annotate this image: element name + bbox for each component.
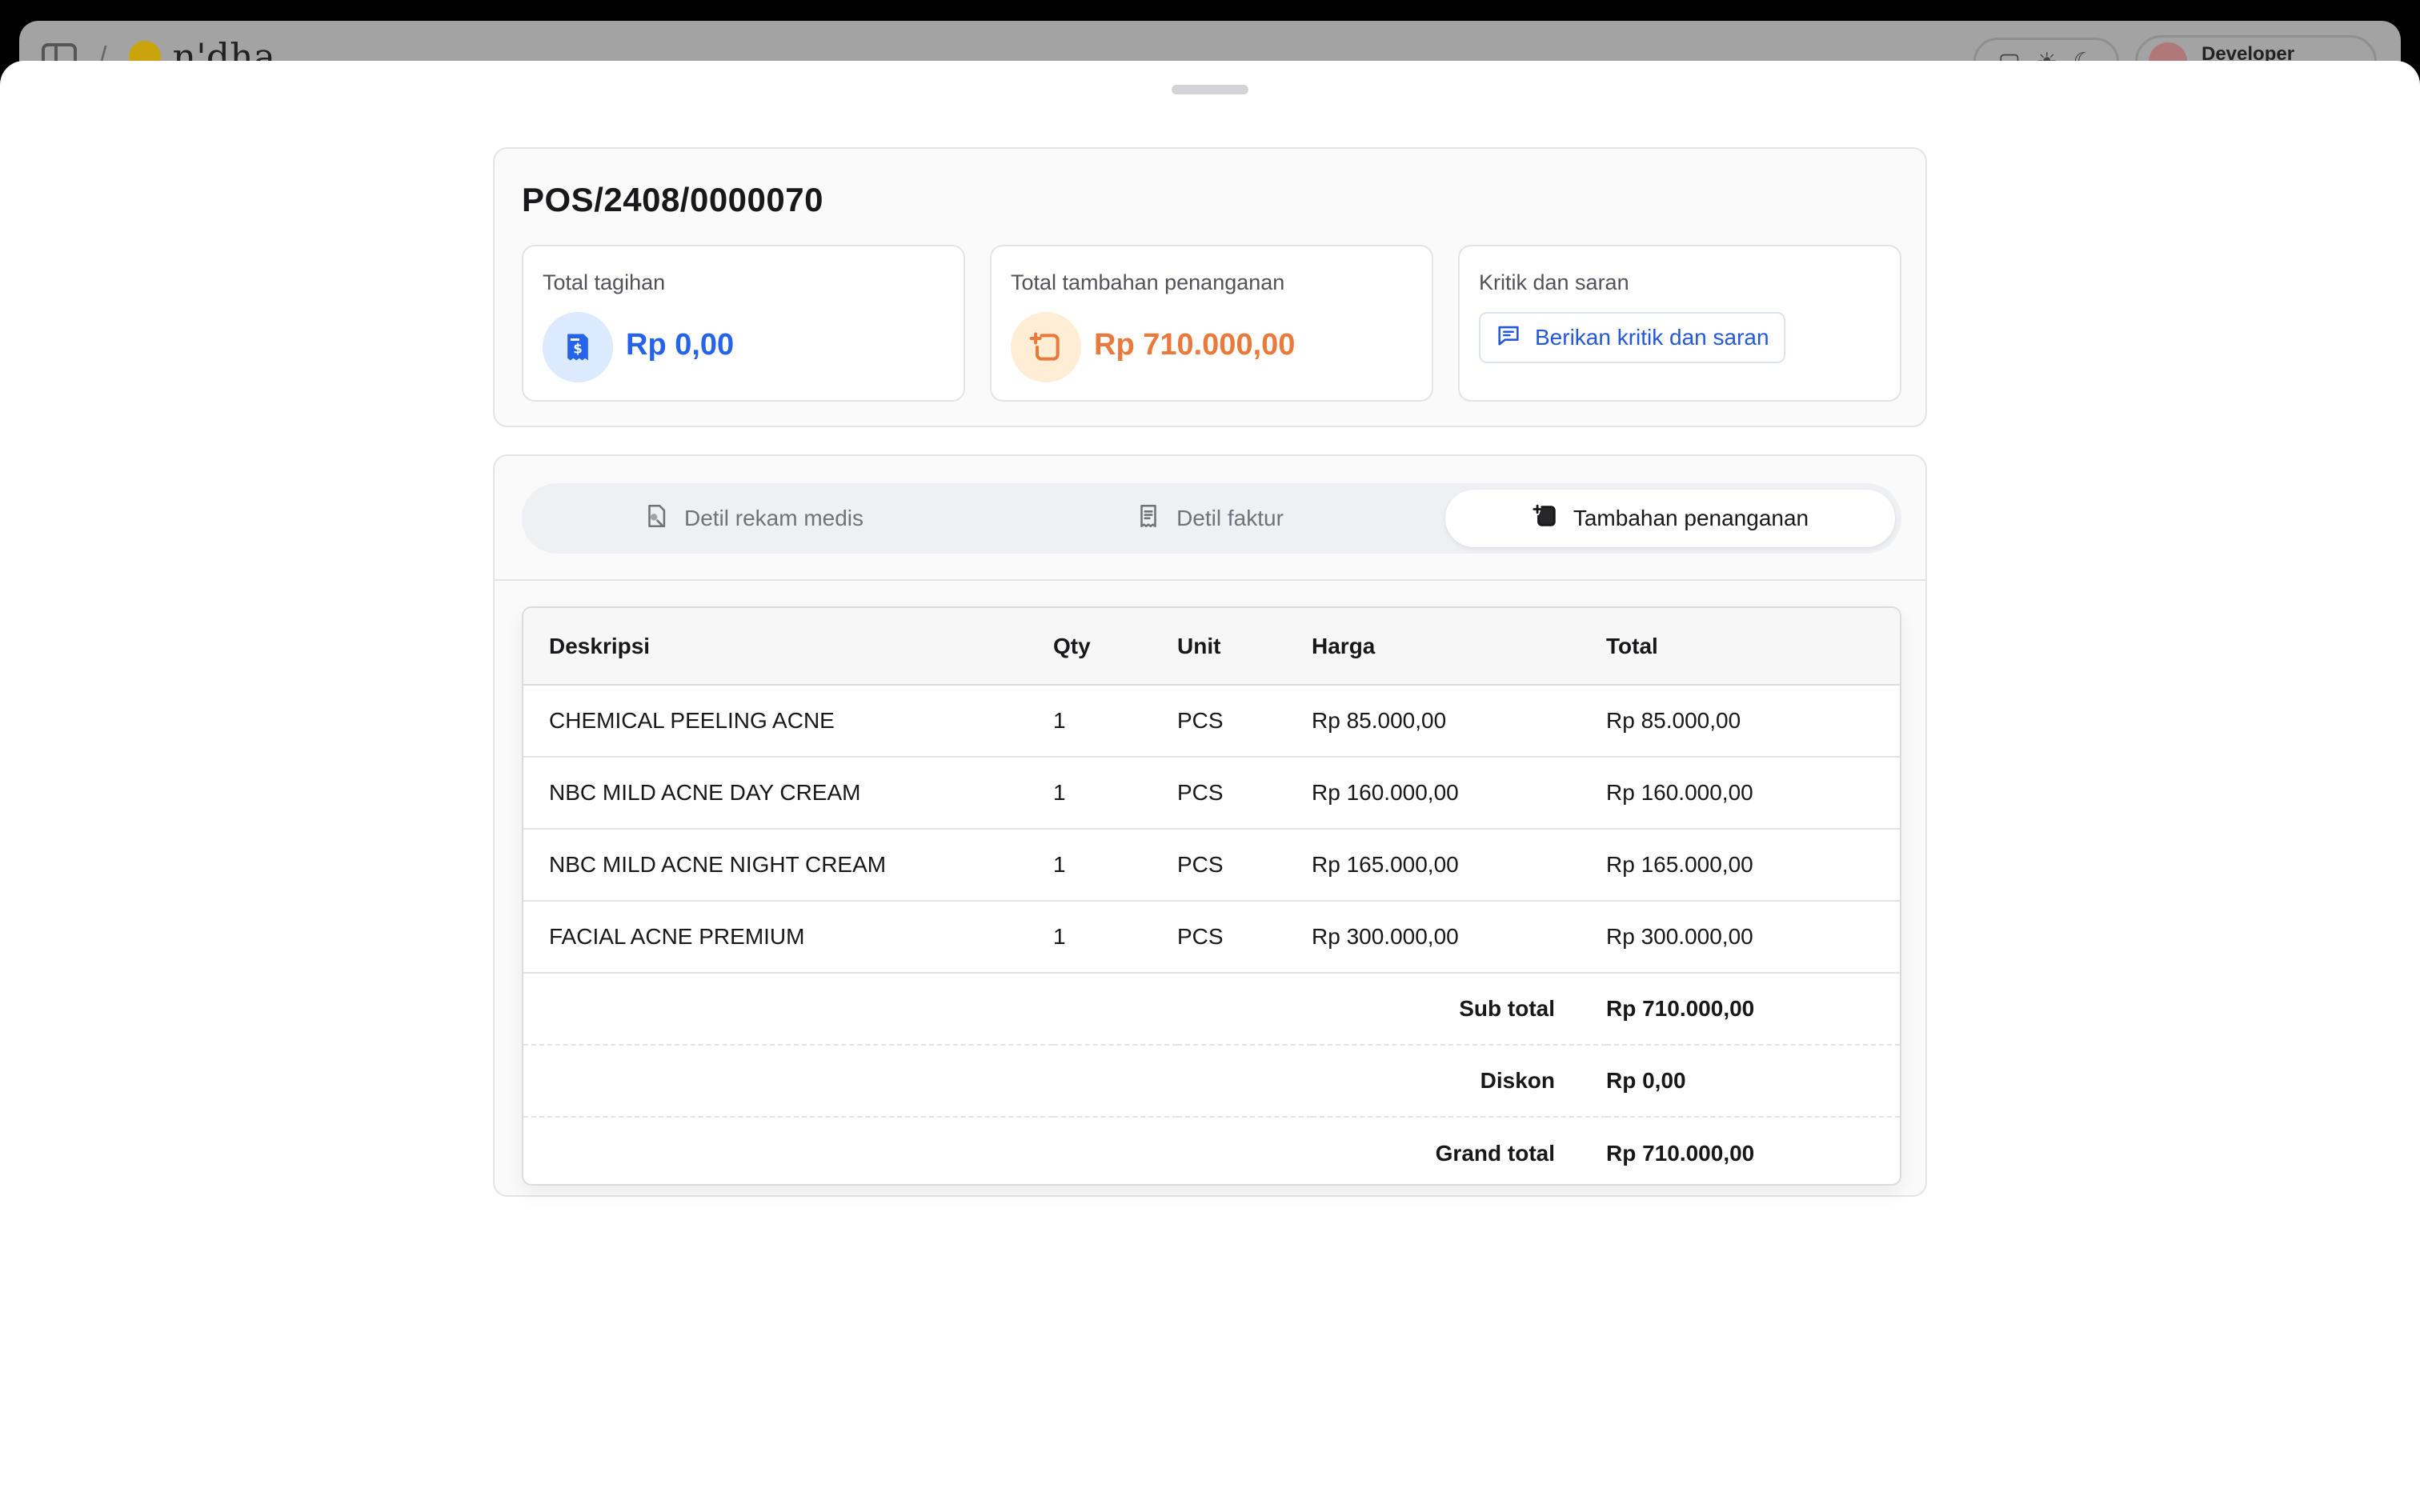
cell-qty: 1 <box>1053 685 1177 758</box>
subtotal-value: Rp 710.000,00 <box>1606 973 1900 1046</box>
square-plus-icon <box>1532 502 1559 535</box>
svg-text:$: $ <box>573 341 582 356</box>
total-bill-value: Rp 0,00 <box>626 328 735 362</box>
section-divider <box>495 579 1925 581</box>
feedback-card: Kritik dan saran Berikan kritik dan sara… <box>1458 245 1901 402</box>
cell-unit: PCS <box>1177 901 1312 974</box>
square-plus-icon <box>1011 312 1081 382</box>
cell-description: NBC MILD ACNE DAY CREAM <box>523 757 1053 830</box>
discount-label: Diskon <box>523 1045 1606 1118</box>
table-row: CHEMICAL PEELING ACNE 1 PCS Rp 85.000,00… <box>523 685 1900 758</box>
cell-price: Rp 300.000,00 <box>1312 901 1606 974</box>
cell-unit: PCS <box>1177 757 1312 830</box>
total-bill-card: Total tagihan $ Rp 0,00 <box>522 245 965 402</box>
invoice-icon <box>1135 502 1162 535</box>
cell-total: Rp 160.000,00 <box>1606 757 1900 830</box>
feedback-label: Kritik dan saran <box>1479 270 1629 294</box>
column-price: Harga <box>1312 608 1606 686</box>
cell-description: FACIAL ACNE PREMIUM <box>523 901 1053 974</box>
details-card: Detil rekam medis Detil faktur Tambahan … <box>493 454 1927 1197</box>
cell-total: Rp 300.000,00 <box>1606 901 1900 974</box>
tab-extra-treatment-label: Tambahan penanganan <box>1573 506 1809 530</box>
column-unit: Unit <box>1177 608 1312 686</box>
table-header-row: Deskripsi Qty Unit Harga Total <box>523 608 1900 686</box>
receipt-dollar-icon: $ <box>543 312 613 382</box>
invoice-number: POS/2408/0000070 <box>522 181 823 218</box>
cell-qty: 1 <box>1053 829 1177 902</box>
cell-total: Rp 165.000,00 <box>1606 829 1900 902</box>
total-bill-label: Total tagihan <box>543 270 666 294</box>
drawer-handle[interactable] <box>1172 85 1248 94</box>
discount-row: Diskon Rp 0,00 <box>523 1045 1900 1118</box>
table-row: NBC MILD ACNE DAY CREAM 1 PCS Rp 160.000… <box>523 757 1900 830</box>
total-extra-card: Total tambahan penanganan Rp 710.000,00 <box>990 245 1433 402</box>
tab-bar: Detil rekam medis Detil faktur Tambahan … <box>522 483 1901 554</box>
total-extra-label: Total tambahan penanganan <box>1011 270 1285 294</box>
subtotal-label: Sub total <box>523 973 1606 1046</box>
invoice-summary-card: POS/2408/0000070 Total tagihan $ Rp 0,00… <box>493 147 1927 427</box>
cell-unit: PCS <box>1177 829 1312 902</box>
tab-medical-record-label: Detil rekam medis <box>683 506 864 530</box>
discount-value: Rp 0,00 <box>1606 1045 1900 1118</box>
tab-invoice-label: Detil faktur <box>1176 506 1284 530</box>
detail-drawer: POS/2408/0000070 Total tagihan $ Rp 0,00… <box>0 61 2420 1512</box>
total-extra-value: Rp 710.000,00 <box>1094 328 1296 362</box>
medical-record-icon <box>643 502 670 535</box>
column-qty: Qty <box>1053 608 1177 686</box>
cell-qty: 1 <box>1053 757 1177 830</box>
cell-total: Rp 85.000,00 <box>1606 685 1900 758</box>
cell-price: Rp 85.000,00 <box>1312 685 1606 758</box>
table-row: NBC MILD ACNE NIGHT CREAM 1 PCS Rp 165.0… <box>523 829 1900 902</box>
grand-total-value: Rp 710.000,00 <box>1606 1140 1755 1166</box>
subtotal-row: Sub total Rp 710.000,00 <box>523 973 1900 1046</box>
message-icon <box>1495 322 1522 354</box>
give-feedback-label: Berikan kritik dan saran <box>1535 325 1769 350</box>
table-row: FACIAL ACNE PREMIUM 1 PCS Rp 300.000,00 … <box>523 901 1900 974</box>
cell-qty: 1 <box>1053 901 1177 974</box>
cell-description: NBC MILD ACNE NIGHT CREAM <box>523 829 1053 902</box>
cell-price: Rp 160.000,00 <box>1312 757 1606 830</box>
grand-total-label: Grand total <box>1435 1140 1555 1166</box>
give-feedback-button[interactable]: Berikan kritik dan saran <box>1479 312 1785 363</box>
cell-price: Rp 165.000,00 <box>1312 829 1606 902</box>
column-total: Total <box>1606 608 1900 686</box>
tab-invoice[interactable]: Detil faktur <box>984 490 1434 547</box>
extra-treatment-table: Deskripsi Qty Unit Harga Total CHEMICAL … <box>522 606 1901 1186</box>
column-description: Deskripsi <box>523 608 1053 686</box>
tab-extra-treatment[interactable]: Tambahan penanganan <box>1445 490 1895 547</box>
cell-unit: PCS <box>1177 685 1312 758</box>
grand-total-row: Grand total Rp 710.000,00 <box>523 1117 1900 1184</box>
tab-medical-record[interactable]: Detil rekam medis <box>528 490 978 547</box>
cell-description: CHEMICAL PEELING ACNE <box>523 685 1053 758</box>
